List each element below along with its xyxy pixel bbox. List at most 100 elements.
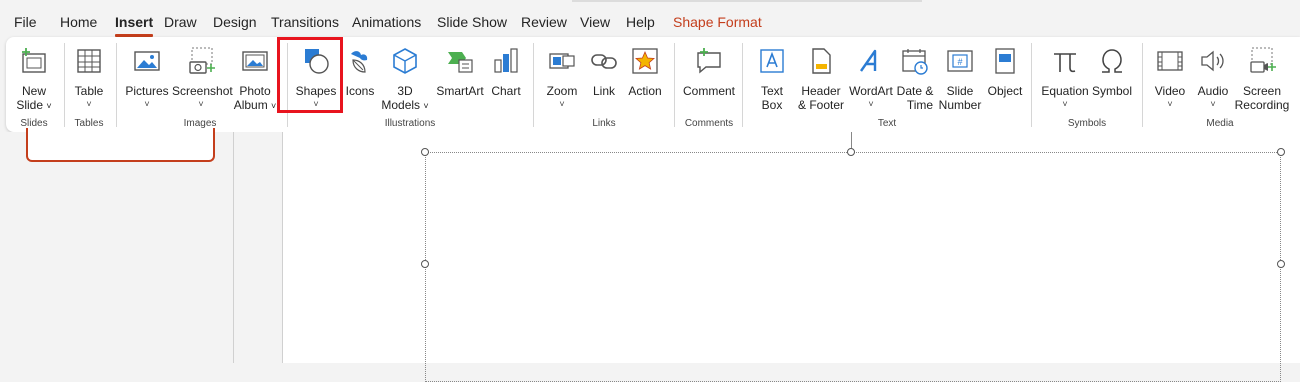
photo-album-label: Photo (239, 84, 271, 98)
slide-number-button[interactable]: # Slide Number (936, 44, 984, 120)
wordart-icon (860, 49, 877, 72)
slide-number-label-2: Number (938, 98, 982, 112)
slide-thumbnail[interactable] (26, 128, 215, 162)
object-label: Object (987, 84, 1023, 98)
comment-icon (697, 48, 721, 74)
screenshot-button[interactable]: Screenshot ˅ (172, 44, 233, 120)
tab-transitions[interactable]: Transitions (271, 14, 339, 30)
link-button[interactable]: Link (586, 44, 622, 120)
speaker-icon (1201, 50, 1224, 72)
table-button[interactable]: Table ˅ (68, 44, 110, 120)
calendar-clock-icon (902, 49, 928, 75)
group-divider (742, 43, 743, 127)
tab-view[interactable]: View (580, 14, 610, 30)
pictures-button[interactable]: Pictures ˅ (124, 44, 170, 120)
smartart-button[interactable]: SmartArt (432, 44, 488, 120)
chart-button[interactable]: Chart (488, 44, 524, 120)
group-label-links: Links (592, 118, 616, 129)
3d-models-label: 3D (397, 84, 413, 98)
group-label-illustrations: Illustrations (384, 118, 436, 129)
omega-symbol-icon (1102, 49, 1122, 73)
group-divider (1142, 43, 1143, 127)
chevron-down-icon: ˅ (198, 99, 204, 109)
resize-handle-left[interactable] (421, 260, 429, 268)
ribbon-tabs: File Home Insert Draw Design Transitions… (0, 0, 1300, 40)
video-icon (1157, 51, 1183, 71)
action-label: Action (628, 84, 662, 98)
tab-file[interactable]: File (14, 14, 37, 30)
group-divider (1031, 43, 1032, 127)
tab-animations[interactable]: Animations (352, 14, 421, 30)
screen-recording-icon (1250, 47, 1276, 73)
photo-album-button[interactable]: Photo Album ˅ (232, 44, 278, 120)
table-label: Table (74, 84, 104, 98)
equation-button[interactable]: Equation ˅ (1040, 44, 1090, 120)
3d-models-label-2: Models (381, 98, 421, 112)
group-label-symbols: Symbols (1067, 118, 1107, 129)
icons-button[interactable]: Icons (342, 44, 378, 120)
new-slide-button[interactable]: New Slide ˅ (10, 44, 58, 120)
resize-handle-top-left[interactable] (421, 148, 429, 156)
symbol-button[interactable]: Symbol (1090, 44, 1134, 120)
header-footer-label-2: & Footer (797, 98, 845, 112)
new-slide-label: New (21, 84, 46, 98)
tab-home[interactable]: Home (60, 14, 97, 30)
group-divider (674, 43, 675, 127)
date-time-label: Date & (896, 84, 934, 98)
shapes-highlight-box (277, 37, 343, 113)
zoom-button[interactable]: Zoom ˅ (542, 44, 582, 120)
group-label-text: Text (877, 118, 897, 129)
chevron-down-icon: ˅ (46, 101, 52, 111)
header-footer-button[interactable]: Header & Footer (794, 44, 848, 120)
tab-help[interactable]: Help (626, 14, 655, 30)
editor-margin (234, 132, 282, 363)
group-label-media: Media (1206, 118, 1234, 129)
resize-handle-top-right[interactable] (1277, 148, 1285, 156)
text-box-label-2: Box (761, 98, 783, 112)
tab-draw[interactable]: Draw (164, 14, 197, 30)
screenshot-label: Screenshot (172, 84, 233, 98)
photo-album-icon (242, 51, 268, 71)
object-button[interactable]: Object (984, 44, 1026, 120)
link-icon (591, 54, 617, 69)
text-box-button[interactable]: Text Box (750, 44, 794, 120)
equation-label: Equation (1041, 84, 1089, 98)
icons-label: Icons (345, 84, 375, 98)
screen-recording-label: Screen (1242, 84, 1282, 98)
3d-models-button[interactable]: 3D Models ˅ (380, 44, 430, 120)
video-button[interactable]: Video ˅ (1150, 44, 1190, 120)
tab-review[interactable]: Review (521, 14, 567, 30)
table-icon (77, 49, 101, 73)
bar-chart-icon (494, 48, 518, 73)
photo-album-label-2: Album (233, 98, 268, 112)
group-divider (64, 43, 65, 127)
resize-handle-right[interactable] (1277, 260, 1285, 268)
new-slide-label-2: Slide (16, 98, 44, 112)
svg-text:#: # (957, 57, 962, 67)
action-button[interactable]: Action (624, 44, 666, 120)
smartart-label: SmartArt (436, 84, 484, 98)
pictures-icon (134, 51, 160, 71)
header-footer-icon (812, 48, 831, 74)
group-divider (533, 43, 534, 127)
tab-shape-format[interactable]: Shape Format (673, 14, 762, 30)
audio-button[interactable]: Audio ˅ (1194, 44, 1232, 120)
chevron-down-icon: ˅ (868, 99, 874, 109)
audio-label: Audio (1197, 84, 1229, 98)
chevron-down-icon: ˅ (1062, 99, 1068, 109)
chevron-down-icon: ˅ (559, 99, 565, 109)
resize-handle-top[interactable] (847, 148, 855, 156)
zoom-icon (549, 53, 575, 69)
header-footer-label: Header (801, 84, 841, 98)
screen-recording-label-2: Recording (1234, 98, 1290, 112)
selected-placeholder[interactable] (425, 152, 1281, 382)
tab-design[interactable]: Design (213, 14, 257, 30)
date-time-button[interactable]: Date & Time (894, 44, 936, 120)
tab-insert[interactable]: Insert (115, 14, 154, 37)
comment-button[interactable]: Comment (680, 44, 738, 120)
slide-number-label: Slide (946, 84, 974, 98)
tab-slide-show[interactable]: Slide Show (437, 14, 507, 30)
screen-recording-button[interactable]: Screen Recording (1234, 44, 1290, 120)
wordart-button[interactable]: WordArt ˅ (846, 44, 896, 120)
wordart-label: WordArt (849, 84, 893, 98)
